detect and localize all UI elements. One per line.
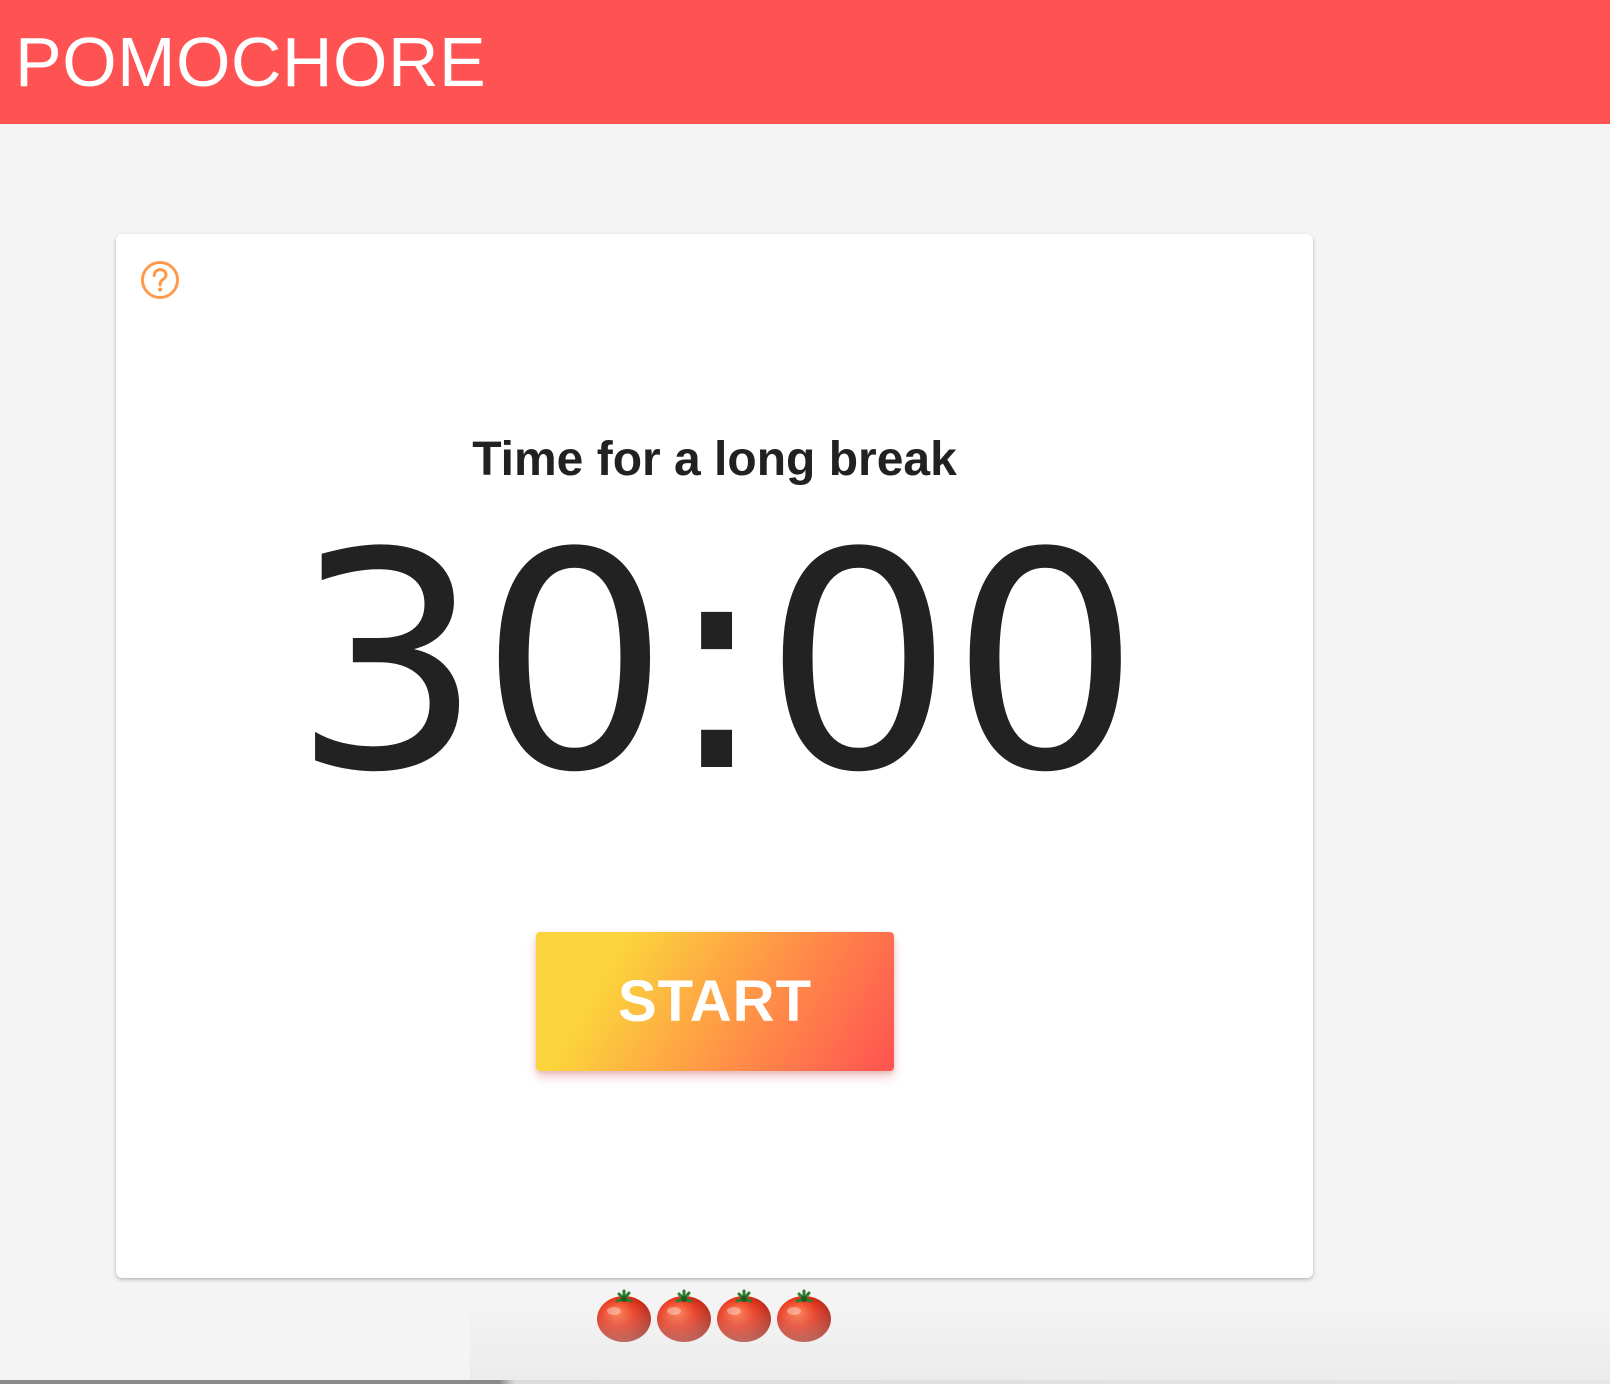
tomato-icon bbox=[775, 1287, 833, 1343]
app-bar: POMOCHORE bbox=[0, 0, 1610, 124]
pomodoro-progress bbox=[595, 1287, 833, 1343]
tomato-icon bbox=[655, 1287, 713, 1343]
app-title: POMOCHORE bbox=[15, 23, 487, 101]
timer-display: 30:00 bbox=[292, 489, 1141, 838]
tomato-icon bbox=[715, 1287, 773, 1343]
timer-status-text: Time for a long break bbox=[472, 433, 957, 486]
timer-card: Time for a long break 30:00 START bbox=[116, 234, 1313, 1278]
help-circle-icon[interactable] bbox=[140, 260, 180, 300]
tomato-icon bbox=[595, 1287, 653, 1343]
start-button[interactable]: START bbox=[536, 932, 894, 1071]
window-bottom-edge bbox=[0, 1380, 1610, 1384]
